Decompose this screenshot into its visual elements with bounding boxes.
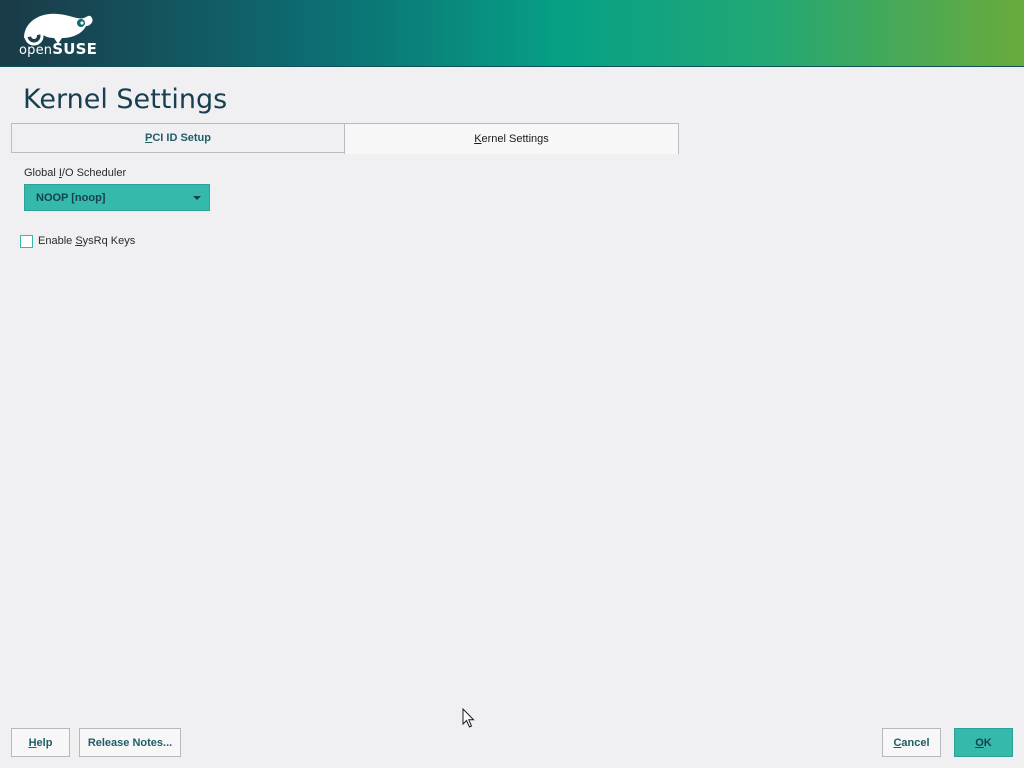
tab-pci-id-setup-mnemonic: P (144, 132, 153, 144)
io-scheduler-value: NOOP [noop] (36, 191, 106, 204)
enable-sysrq-label: Enable SysRq Keys (38, 235, 136, 247)
release-notes-button[interactable]: Release Notes... (79, 728, 181, 757)
enable-sysrq-checkbox[interactable] (20, 234, 33, 248)
mouse-pointer-icon (462, 708, 475, 728)
opensuse-wordmark: openSUSE (19, 40, 98, 58)
io-scheduler-label: Global I/O Scheduler (24, 167, 127, 179)
tab-pci-id-setup[interactable]: P CI ID Setup (11, 123, 345, 153)
tab-kernel-settings-label: ernel Settings (481, 133, 549, 145)
tab-kernel-settings[interactable]: Kernel Settings (344, 123, 679, 154)
chevron-down-icon (193, 196, 201, 200)
tab-pci-id-setup-label: CI ID Setup (152, 132, 211, 144)
page-title: Kernel Settings (23, 84, 228, 115)
tab-bar: P CI ID Setup Kernel Settings (11, 123, 679, 154)
help-button[interactable]: Help (11, 728, 70, 757)
tab-kernel-settings-mnemonic: K (474, 133, 482, 145)
header-banner: openSUSE (0, 0, 1024, 67)
io-scheduler-select[interactable]: NOOP [noop] (24, 184, 210, 211)
ok-button[interactable]: OK (954, 728, 1013, 757)
cancel-button[interactable]: Cancel (882, 728, 941, 757)
enable-sysrq-row[interactable]: Enable SysRq Keys (20, 234, 135, 248)
